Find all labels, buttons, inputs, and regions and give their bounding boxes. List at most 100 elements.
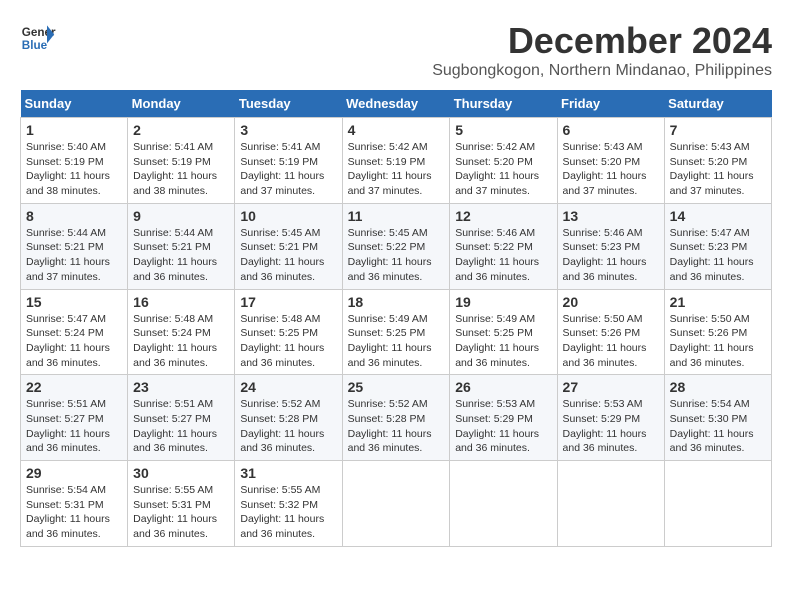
day-info: Sunrise: 5:47 AMSunset: 5:24 PMDaylight:… (26, 312, 122, 371)
calendar-cell: 17 Sunrise: 5:48 AMSunset: 5:25 PMDayligh… (235, 289, 342, 375)
day-number: 8 (26, 208, 122, 224)
day-number: 3 (240, 122, 336, 138)
calendar-cell: 7 Sunrise: 5:43 AMSunset: 5:20 PMDaylight… (664, 118, 771, 204)
col-wednesday: Wednesday (342, 90, 450, 118)
header-row: Sunday Monday Tuesday Wednesday Thursday… (21, 90, 772, 118)
calendar-cell: 29 Sunrise: 5:54 AMSunset: 5:31 PMDayligh… (21, 461, 128, 547)
calendar-table: Sunday Monday Tuesday Wednesday Thursday… (20, 90, 772, 547)
day-number: 13 (563, 208, 659, 224)
calendar-cell: 4Sunrise: 5:42 AMSunset: 5:19 PMDaylight… (342, 118, 450, 204)
calendar-row: 1Sunrise: 5:40 AMSunset: 5:19 PMDaylight… (21, 118, 772, 204)
logo-icon: General Blue (20, 20, 56, 56)
day-number: 19 (455, 294, 551, 310)
calendar-cell: 8Sunrise: 5:44 AMSunset: 5:21 PMDaylight… (21, 203, 128, 289)
day-info: Sunrise: 5:52 AMSunset: 5:28 PMDaylight:… (348, 397, 445, 456)
calendar-cell: 23 Sunrise: 5:51 AMSunset: 5:27 PMDayligh… (128, 375, 235, 461)
month-title: December 2024 (432, 20, 772, 62)
calendar-cell: 24Sunrise: 5:52 AMSunset: 5:28 PMDayligh… (235, 375, 342, 461)
day-number: 11 (348, 208, 445, 224)
calendar-cell: 21 Sunrise: 5:50 AMSunset: 5:26 PMDayligh… (664, 289, 771, 375)
day-info: Sunrise: 5:46 AMSunset: 5:23 PMDaylight:… (563, 226, 659, 285)
day-number: 2 (133, 122, 229, 138)
day-number: 26 (455, 379, 551, 395)
calendar-cell: 18 Sunrise: 5:49 AMSunset: 5:25 PMDayligh… (342, 289, 450, 375)
day-number: 7 (670, 122, 766, 138)
col-monday: Monday (128, 90, 235, 118)
header: General Blue December 2024 Sugbongkogon,… (20, 20, 772, 80)
day-number: 27 (563, 379, 659, 395)
day-info: Sunrise: 5:44 AMSunset: 5:21 PMDaylight:… (133, 226, 229, 285)
calendar-cell: 1Sunrise: 5:40 AMSunset: 5:19 PMDaylight… (21, 118, 128, 204)
day-number: 10 (240, 208, 336, 224)
day-number: 31 (240, 465, 336, 481)
svg-text:Blue: Blue (22, 39, 48, 52)
calendar-cell: 30 Sunrise: 5:55 AMSunset: 5:31 PMDayligh… (128, 461, 235, 547)
day-info: Sunrise: 5:40 AMSunset: 5:19 PMDaylight:… (26, 140, 122, 199)
day-info: Sunrise: 5:54 AMSunset: 5:31 PMDaylight:… (26, 483, 122, 542)
day-number: 4 (348, 122, 445, 138)
calendar-cell: 22 Sunrise: 5:51 AMSunset: 5:27 PMDayligh… (21, 375, 128, 461)
day-info: Sunrise: 5:51 AMSunset: 5:27 PMDaylight:… (133, 397, 229, 456)
page-container: General Blue December 2024 Sugbongkogon,… (20, 20, 772, 547)
day-info: Sunrise: 5:50 AMSunset: 5:26 PMDaylight:… (563, 312, 659, 371)
day-info: Sunrise: 5:43 AMSunset: 5:20 PMDaylight:… (670, 140, 766, 199)
calendar-cell: 13 Sunrise: 5:46 AMSunset: 5:23 PMDayligh… (557, 203, 664, 289)
calendar-cell: 28 Sunrise: 5:54 AMSunset: 5:30 PMDayligh… (664, 375, 771, 461)
calendar-row: 29 Sunrise: 5:54 AMSunset: 5:31 PMDayligh… (21, 461, 772, 547)
day-info: Sunrise: 5:54 AMSunset: 5:30 PMDaylight:… (670, 397, 766, 456)
calendar-cell: 5 Sunrise: 5:42 AMSunset: 5:20 PMDaylight… (450, 118, 557, 204)
day-number: 21 (670, 294, 766, 310)
calendar-cell: 2 Sunrise: 5:41 AMSunset: 5:19 PMDaylight… (128, 118, 235, 204)
calendar-cell: 19 Sunrise: 5:49 AMSunset: 5:25 PMDayligh… (450, 289, 557, 375)
day-info: Sunrise: 5:50 AMSunset: 5:26 PMDaylight:… (670, 312, 766, 371)
day-number: 14 (670, 208, 766, 224)
calendar-cell (450, 461, 557, 547)
day-number: 5 (455, 122, 551, 138)
day-info: Sunrise: 5:49 AMSunset: 5:25 PMDaylight:… (348, 312, 445, 371)
day-number: 15 (26, 294, 122, 310)
calendar-cell: 15 Sunrise: 5:47 AMSunset: 5:24 PMDayligh… (21, 289, 128, 375)
col-saturday: Saturday (664, 90, 771, 118)
day-info: Sunrise: 5:41 AMSunset: 5:19 PMDaylight:… (133, 140, 229, 199)
calendar-cell: 10 Sunrise: 5:45 AMSunset: 5:21 PMDayligh… (235, 203, 342, 289)
day-number: 9 (133, 208, 229, 224)
day-number: 17 (240, 294, 336, 310)
day-info: Sunrise: 5:48 AMSunset: 5:25 PMDaylight:… (240, 312, 336, 371)
title-section: December 2024 Sugbongkogon, Northern Min… (432, 20, 772, 80)
calendar-cell: 12Sunrise: 5:46 AMSunset: 5:22 PMDayligh… (450, 203, 557, 289)
calendar-cell: 27Sunrise: 5:53 AMSunset: 5:29 PMDayligh… (557, 375, 664, 461)
day-info: Sunrise: 5:42 AMSunset: 5:20 PMDaylight:… (455, 140, 551, 199)
calendar-cell: 3 Sunrise: 5:41 AMSunset: 5:19 PMDaylight… (235, 118, 342, 204)
calendar-cell: 20Sunrise: 5:50 AMSunset: 5:26 PMDayligh… (557, 289, 664, 375)
day-number: 22 (26, 379, 122, 395)
calendar-cell: 16Sunrise: 5:48 AMSunset: 5:24 PMDayligh… (128, 289, 235, 375)
day-info: Sunrise: 5:49 AMSunset: 5:25 PMDaylight:… (455, 312, 551, 371)
calendar-cell: 6Sunrise: 5:43 AMSunset: 5:20 PMDaylight… (557, 118, 664, 204)
col-tuesday: Tuesday (235, 90, 342, 118)
day-number: 29 (26, 465, 122, 481)
calendar-row: 8 Sunrise: 5:44 AMSunset: 5:21 PMDaylight… (21, 203, 772, 289)
calendar-row: 22 Sunrise: 5:51 AMSunset: 5:27 PMDayligh… (21, 375, 772, 461)
day-number: 30 (133, 465, 229, 481)
calendar-cell: 25Sunrise: 5:52 AMSunset: 5:28 PMDayligh… (342, 375, 450, 461)
day-info: Sunrise: 5:41 AMSunset: 5:19 PMDaylight:… (240, 140, 336, 199)
day-number: 23 (133, 379, 229, 395)
calendar-cell: 26 Sunrise: 5:53 AMSunset: 5:29 PMDayligh… (450, 375, 557, 461)
day-info: Sunrise: 5:55 AMSunset: 5:32 PMDaylight:… (240, 483, 336, 542)
col-sunday: Sunday (21, 90, 128, 118)
day-info: Sunrise: 5:45 AMSunset: 5:21 PMDaylight:… (240, 226, 336, 285)
day-number: 16 (133, 294, 229, 310)
day-number: 18 (348, 294, 445, 310)
day-info: Sunrise: 5:45 AMSunset: 5:22 PMDaylight:… (348, 226, 445, 285)
day-info: Sunrise: 5:53 AMSunset: 5:29 PMDaylight:… (455, 397, 551, 456)
day-number: 28 (670, 379, 766, 395)
day-info: Sunrise: 5:51 AMSunset: 5:27 PMDaylight:… (26, 397, 122, 456)
calendar-cell (557, 461, 664, 547)
day-info: Sunrise: 5:55 AMSunset: 5:31 PMDaylight:… (133, 483, 229, 542)
day-number: 12 (455, 208, 551, 224)
location-title: Sugbongkogon, Northern Mindanao, Philipp… (432, 62, 772, 80)
col-friday: Friday (557, 90, 664, 118)
day-info: Sunrise: 5:52 AMSunset: 5:28 PMDaylight:… (240, 397, 336, 456)
calendar-cell: 9 Sunrise: 5:44 AMSunset: 5:21 PMDaylight… (128, 203, 235, 289)
day-info: Sunrise: 5:43 AMSunset: 5:20 PMDaylight:… (563, 140, 659, 199)
